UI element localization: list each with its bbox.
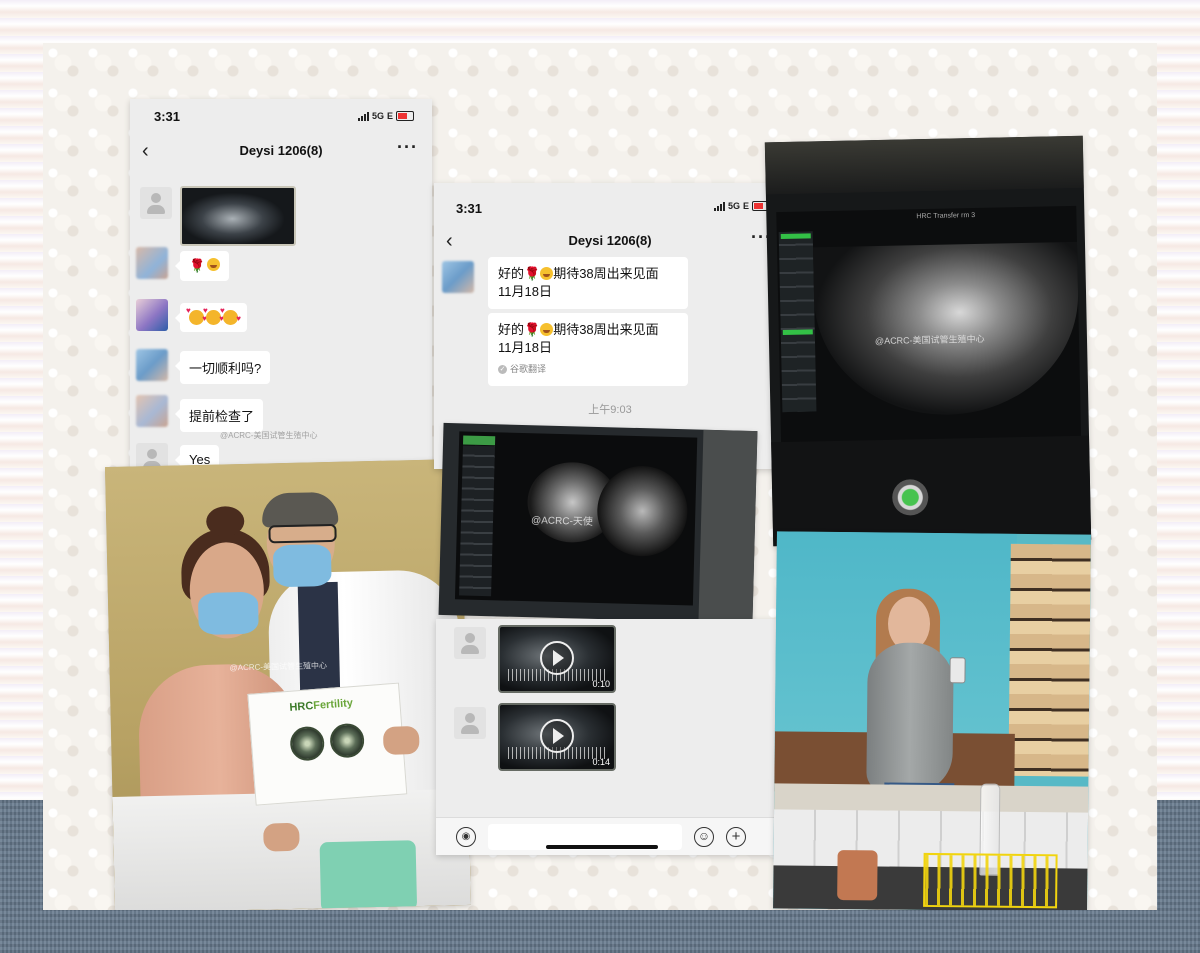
avatar[interactable] [136,247,168,279]
check-icon: ✓ [498,364,507,374]
plus-icon[interactable]: + [726,827,746,847]
emoji-message-bubble[interactable] [175,303,247,332]
video-duration: 0:14 [592,757,610,767]
chat-header: ‹ Deysi 1206(8) ··· [130,137,432,169]
glasses [268,523,337,544]
chat-title: Deysi 1206(8) [239,143,323,158]
ultrasound-scan [596,464,689,558]
dish-rack [923,852,1058,909]
time-divider: 上午9:03 [588,404,632,416]
watermark: @ACRC-美国试管生殖中心 [220,431,318,440]
ultrasound-screen: @ACRC-天使 [454,431,698,606]
ultrasound-image-message[interactable] [180,186,296,246]
embryo-image [328,722,366,759]
avatar[interactable] [140,187,172,219]
home-indicator [546,845,658,849]
screen-tab-highlight [782,329,813,336]
smile-emoji-icon [540,323,554,336]
green-cloth [319,840,418,910]
face-mask [272,543,332,588]
screen-sidebar [778,231,817,413]
status-icons: 5G E [357,111,414,121]
watermark: @ACRC-天使 [530,515,593,528]
pineapple-curtain [1008,543,1091,777]
pregnancy-mirror-photo [773,531,1091,910]
status-bar: 3:31 5G E [434,183,786,216]
video-message[interactable]: 0:14 [498,703,616,771]
network-label: 5G [727,201,740,211]
heart-face-emoji-icon [220,306,241,325]
screen-header-text: HRC Transfer rm 3 [916,211,976,221]
face-mask [197,591,259,636]
chat-title: Deysi 1206(8) [568,233,652,248]
rose-icon: 🌹 [524,322,541,337]
play-icon[interactable] [540,641,574,675]
ultrasound-monitor-photo-large: HRC Transfer rm 3 @ACRC-美国试管生殖中心 [764,135,1092,547]
screen-tab-highlight [463,435,496,446]
network-label: 5G [371,111,384,121]
translated-message-bubble[interactable]: 好的🌹 期待38周出来见面 11月18日 ✓ 谷歌翻译 [488,313,688,386]
play-icon[interactable] [540,719,574,753]
emoji-message-bubble[interactable]: 🌹 [174,251,230,281]
chat-screenshot-3: 0:10 0:14 ◉ ☺ + [436,619,786,855]
rose-icon: 🌹 [524,266,541,281]
avatar[interactable] [136,349,168,381]
rose-icon: 🌹 [189,258,206,273]
screen-tab-highlight [780,233,811,240]
doctor-patient-photo: HRCFertility @ACRC-美国试管生殖中心 [104,459,472,910]
cup [837,850,878,901]
network-suffix: E [386,111,393,121]
network-suffix: E [742,201,749,211]
monitor-top [764,135,1084,195]
photo-collage: 3:31 5G E ‹ Deysi 1206(8) ··· 🌹 ♥ ♥ ♥ ♥ … [43,43,1157,910]
phone-icon [949,657,966,684]
control-knob-icon [891,479,929,516]
avatar[interactable] [454,627,486,659]
text-message-bubble[interactable]: 提前检查了 [174,399,264,432]
emoji-icon[interactable]: ☺ [694,827,714,847]
watermark: @ACRC-美国试管生殖中心 [229,661,328,673]
control-panel [771,435,1092,547]
avatar[interactable] [442,261,474,293]
heart-face-emoji-icon [186,306,207,325]
voice-input-icon[interactable]: ◉ [456,827,476,847]
translate-tag: ✓ 谷歌翻译 [498,364,547,374]
signal-icon [713,201,725,211]
hrc-logo: HRCFertility [289,697,354,714]
hand [382,726,420,755]
smile-emoji-icon [540,267,554,280]
avatar[interactable] [454,707,486,739]
message-input-bar: ◉ ☺ + [436,817,786,855]
woman-body [866,642,954,794]
embryo-image [289,725,326,762]
watermark: @ACRC-美国试管生殖中心 [874,333,985,347]
avatar[interactable] [136,299,168,331]
video-message[interactable]: 0:10 [498,625,616,693]
status-bar: 3:31 5G E [130,99,432,131]
chat-screenshot-1: 3:31 5G E ‹ Deysi 1206(8) ··· 🌹 ♥ ♥ ♥ ♥ … [130,99,432,481]
more-options-icon[interactable]: ··· [397,137,418,158]
doctor-hair [261,491,339,528]
monitor-bezel [698,429,758,624]
chat-header: ‹ Deysi 1206(8) ··· [434,227,786,259]
screen-sidebar [459,445,495,597]
status-time: 3:31 [154,109,181,124]
hand [263,822,300,852]
smile-emoji-icon [207,258,221,271]
avatar[interactable] [136,395,168,427]
battery-icon [396,111,414,121]
text-message-bubble[interactable]: 好的🌹 期待38周出来见面 11月18日 [488,257,688,309]
ultrasound-monitor-photo: @ACRC-天使 [438,422,758,624]
status-time: 3:31 [456,201,483,216]
status-icons: 5G E [713,201,770,211]
heart-face-emoji-icon [203,306,224,325]
text-message-bubble[interactable]: 一切顺利吗? [174,351,271,384]
video-duration: 0:10 [592,679,610,689]
signal-icon [357,111,369,121]
ultrasound-scan [813,241,1081,418]
